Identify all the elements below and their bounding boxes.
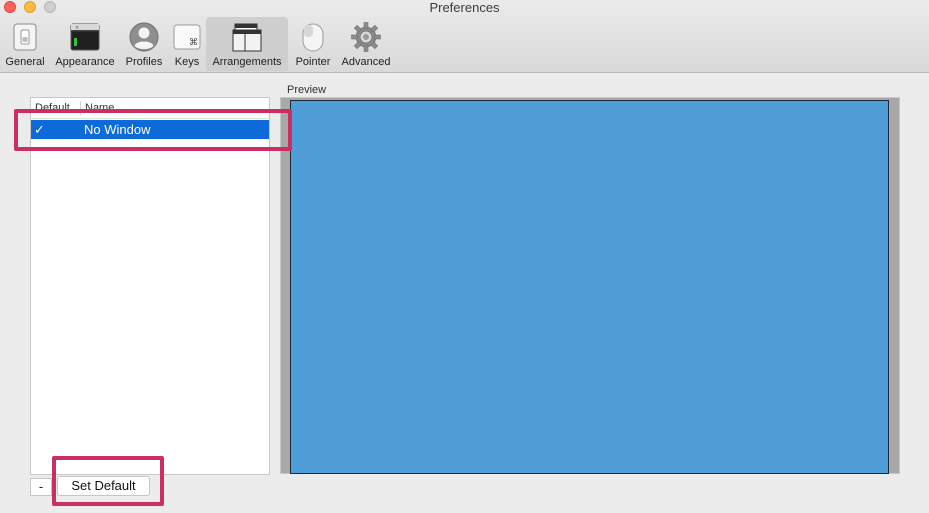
tab-arrangements-label: Arrangements [212, 56, 282, 68]
gear-icon [349, 20, 383, 54]
tab-advanced[interactable]: Advanced [338, 17, 394, 71]
switch-icon [8, 20, 42, 54]
window-layout-icon [230, 20, 264, 54]
tab-pointer-label: Pointer [295, 56, 331, 68]
svg-text:⌘: ⌘ [189, 38, 198, 48]
title-bar: Preferences General × Appearance Profile… [0, 0, 929, 73]
mouse-icon [296, 20, 330, 54]
command-key-icon: ⌘ [170, 20, 204, 54]
arrangements-table[interactable]: Default Name ✓ No Window [30, 97, 270, 475]
remove-arrangement-button[interactable]: - [30, 478, 52, 496]
preview-screen [290, 100, 889, 474]
tab-arrangements[interactable]: Arrangements [206, 17, 288, 71]
tab-keys[interactable]: ⌘ Keys [168, 17, 206, 71]
tab-appearance[interactable]: × Appearance [50, 17, 120, 71]
tab-profiles-label: Profiles [125, 56, 163, 68]
highlight-box-set-default [52, 456, 164, 506]
tab-appearance-label: Appearance [55, 56, 115, 68]
preferences-toolbar: General × Appearance Profiles ⌘ Keys Arr… [0, 17, 394, 71]
terminal-window-icon: × [68, 20, 102, 54]
svg-text:×: × [75, 25, 79, 31]
preview-label: Preview [287, 84, 327, 96]
tab-keys-label: Keys [174, 56, 200, 68]
user-silhouette-icon [127, 20, 161, 54]
highlight-box-selected-row [14, 109, 292, 151]
tab-pointer[interactable]: Pointer [288, 17, 338, 71]
tab-general[interactable]: General [0, 17, 50, 71]
window-title: Preferences [429, 0, 500, 15]
tab-general-label: General [5, 56, 45, 68]
tab-advanced-label: Advanced [341, 56, 391, 68]
tab-profiles[interactable]: Profiles [120, 17, 168, 71]
